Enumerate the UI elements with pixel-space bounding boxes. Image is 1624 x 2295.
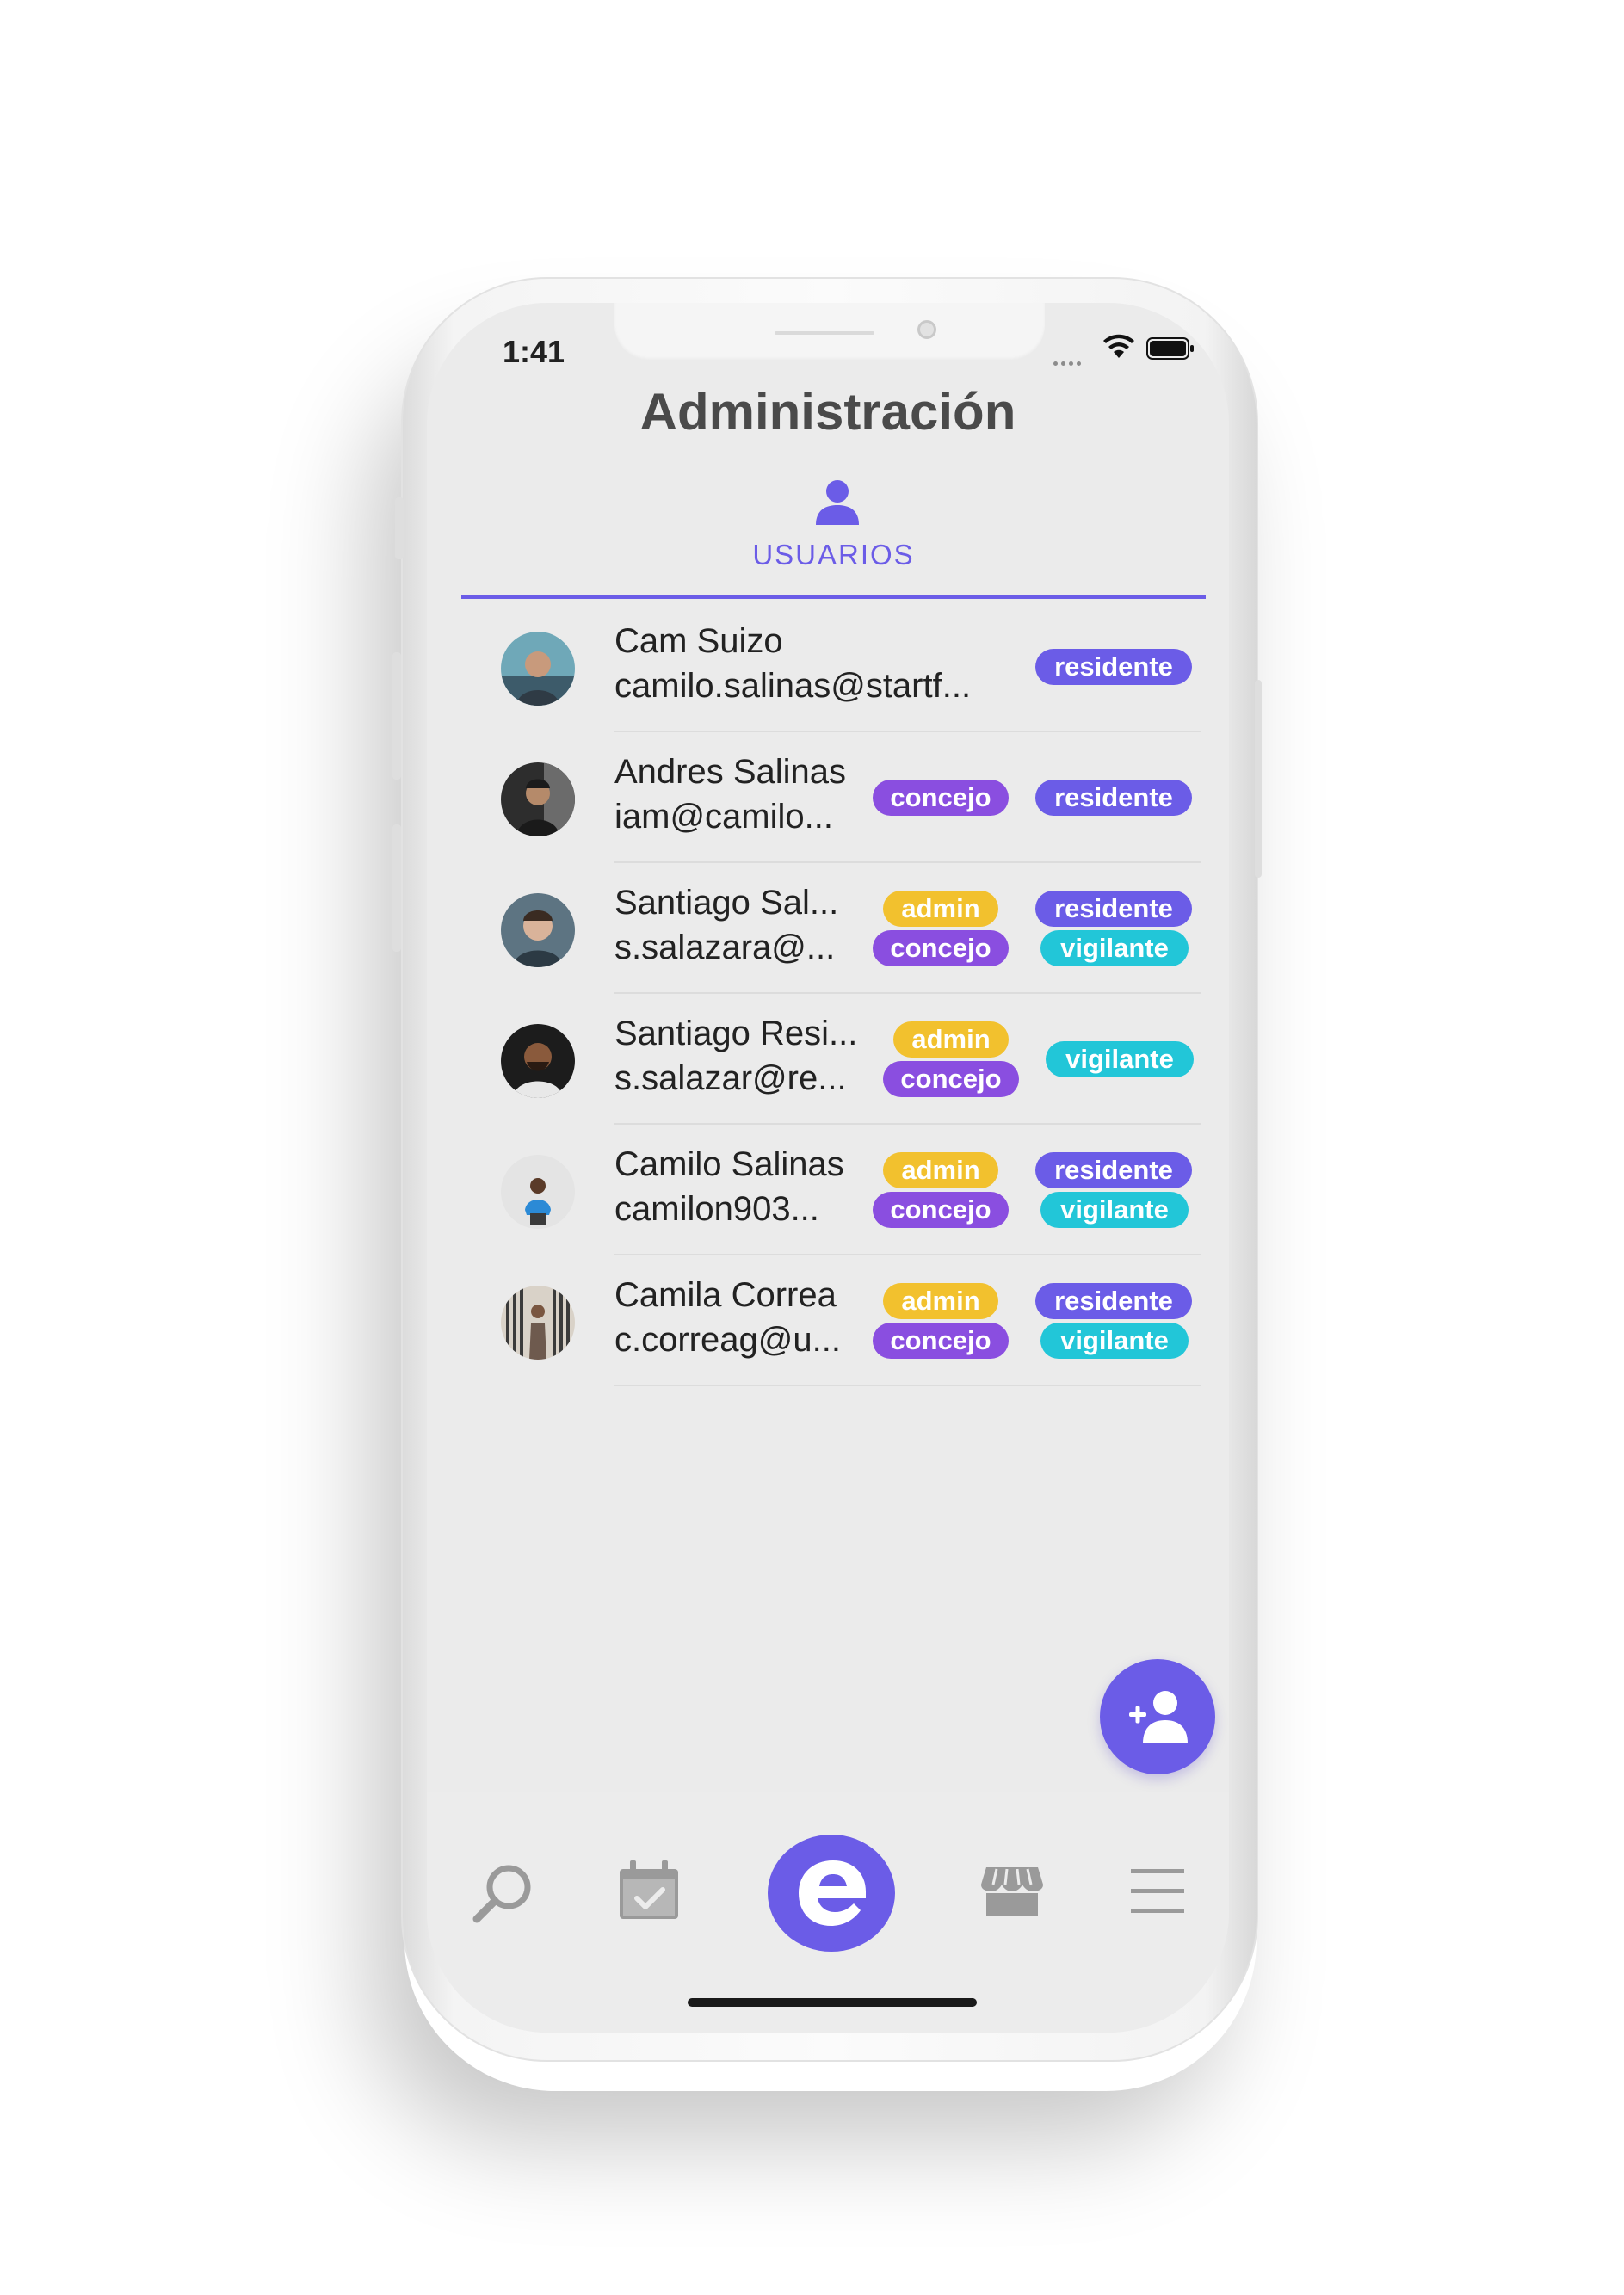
user-email: camilo.salinas@startf... xyxy=(614,667,972,705)
user-row[interactable]: Santiago Sal... s.salazara@... admin res… xyxy=(427,863,1229,994)
role-badge-admin: admin xyxy=(893,1021,1009,1058)
user-name: Camila Correa xyxy=(614,1276,837,1314)
role-badge-residente: residente xyxy=(1035,891,1192,927)
role-badge-concejo: concejo xyxy=(873,930,1009,966)
role-badge-vigilante: vigilante xyxy=(1046,1041,1194,1077)
home-button[interactable] xyxy=(768,1835,895,1952)
row-divider xyxy=(614,1385,1201,1386)
role-badge-vigilante: vigilante xyxy=(1040,930,1189,966)
mute-switch xyxy=(395,497,404,559)
tab-indicator xyxy=(461,595,1206,599)
user-row[interactable]: Andres Salinas iam@camilo... concejo res… xyxy=(427,732,1229,863)
role-badge-concejo: concejo xyxy=(873,1192,1009,1228)
user-email: s.salazara@... xyxy=(614,928,836,966)
user-name: Camilo Salinas xyxy=(614,1145,844,1183)
signal-icon xyxy=(1053,355,1084,370)
role-badge-vigilante: vigilante xyxy=(1040,1323,1189,1359)
role-badge-admin: admin xyxy=(883,1283,998,1319)
notch xyxy=(614,303,1045,360)
user-name: Andres Salinas xyxy=(614,753,847,791)
page: 1:41 Administración USUARIOS Cam Suizo c… xyxy=(0,0,1624,2295)
role-badge-concejo: concejo xyxy=(883,1061,1019,1097)
role-badge-residente: residente xyxy=(1035,649,1192,685)
app-logo-icon xyxy=(799,1860,866,1926)
avatar xyxy=(501,893,575,967)
volume-up-button xyxy=(392,652,401,780)
store-icon[interactable] xyxy=(981,1866,1043,1917)
user-email: s.salazar@re... xyxy=(614,1059,847,1097)
page-title: Administración xyxy=(639,383,1016,441)
menu-icon[interactable] xyxy=(1131,1867,1184,1916)
phone-screen: 1:41 Administración USUARIOS Cam Suizo c… xyxy=(427,303,1229,2033)
user-row[interactable]: Cam Suizo camilo.salinas@startf... resid… xyxy=(427,602,1229,732)
user-email: camilon903... xyxy=(614,1190,819,1228)
avatar xyxy=(501,632,575,706)
power-button xyxy=(1255,680,1262,878)
avatar xyxy=(501,1024,575,1098)
role-badge-residente: residente xyxy=(1035,780,1192,816)
user-row[interactable]: Santiago Resi... s.salazar@re... admin c… xyxy=(427,994,1229,1125)
front-camera xyxy=(917,320,936,339)
search-icon[interactable] xyxy=(470,1860,535,1926)
status-time: 1:41 xyxy=(503,334,565,369)
tab-label: USUARIOS xyxy=(752,539,915,571)
user-email: c.correag@u... xyxy=(614,1321,841,1359)
add-user-icon xyxy=(1129,1691,1188,1743)
volume-down-button xyxy=(392,824,401,952)
user-name: Santiago Resi... xyxy=(614,1015,858,1052)
role-badge-admin: admin xyxy=(883,1152,998,1188)
bottom-nav xyxy=(427,1792,1229,2033)
speaker-grille xyxy=(775,331,874,335)
user-name: Santiago Sal... xyxy=(614,884,839,922)
role-badge-admin: admin xyxy=(883,891,998,927)
user-row[interactable]: Camilo Salinas camilon903... admin resid… xyxy=(427,1125,1229,1255)
avatar xyxy=(501,762,575,836)
home-indicator[interactable] xyxy=(688,1998,977,2007)
user-icon xyxy=(816,480,859,525)
role-badge-residente: residente xyxy=(1035,1152,1192,1188)
role-badge-residente: residente xyxy=(1035,1283,1192,1319)
role-badge-vigilante: vigilante xyxy=(1040,1192,1189,1228)
avatar xyxy=(501,1155,575,1229)
calendar-check-icon[interactable] xyxy=(618,1859,680,1921)
role-badge-concejo: concejo xyxy=(873,1323,1009,1359)
wifi-icon xyxy=(1103,334,1134,358)
user-name: Cam Suizo xyxy=(614,622,783,660)
tab-usuarios[interactable]: USUARIOS xyxy=(462,478,1205,582)
battery-icon xyxy=(1146,337,1194,360)
avatar xyxy=(501,1286,575,1360)
role-badge-concejo: concejo xyxy=(873,780,1009,816)
user-email: iam@camilo... xyxy=(614,798,833,836)
add-user-button[interactable] xyxy=(1100,1659,1215,1774)
user-row[interactable]: Camila Correa c.correag@u... admin resid… xyxy=(427,1255,1229,1386)
